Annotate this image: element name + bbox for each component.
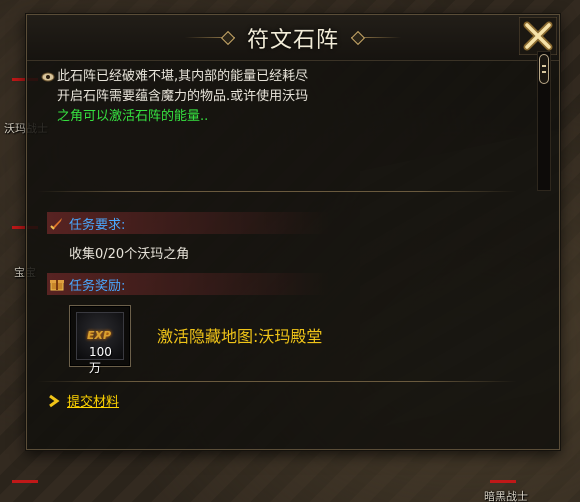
quest-dialog: 符文石阵 此石阵已经破难不堪,其内部的能量已经耗尽 开启石阵需要蕴含魔力的物品.… xyxy=(26,14,560,450)
description-line: 此石阵已经破难不堪,其内部的能量已经耗尽 xyxy=(41,67,521,87)
title-ornament-right xyxy=(351,33,401,43)
world-label[interactable]: 暗黑战士 xyxy=(484,488,528,502)
close-button[interactable] xyxy=(518,16,558,56)
description-text: 此石阵已经破难不堪,其内部的能量已经耗尽 xyxy=(57,69,309,84)
reward-description: 激活隐藏地图:沃玛殿堂 xyxy=(157,327,323,346)
chevron-right-icon xyxy=(49,394,60,407)
reward-header: 任务奖励: xyxy=(47,273,329,295)
reward-header-label: 任务奖励: xyxy=(69,278,126,294)
eye-icon xyxy=(41,72,55,82)
scrollbar-thumb[interactable] xyxy=(539,54,549,84)
divider xyxy=(37,191,517,192)
title-bar[interactable]: 符文石阵 xyxy=(27,15,559,61)
requirement-header-label: 任务要求: xyxy=(69,217,126,233)
title-ornament-left xyxy=(184,33,235,43)
quest-description: 此石阵已经破难不堪,其内部的能量已经耗尽 开启石阵需要蕴含魔力的物品.或许使用沃… xyxy=(41,67,521,191)
dialog-title: 符文石阵 xyxy=(246,27,339,53)
submit-materials-label: 提交材料 xyxy=(67,395,120,410)
description-line-highlight: 之角可以激活石阵的能量.. xyxy=(41,107,521,127)
reward-amount: 100万 xyxy=(89,345,112,375)
sword-icon xyxy=(50,218,62,230)
enemy-hp-bar xyxy=(12,480,38,483)
reward-item-slot[interactable]: EXP 100万 xyxy=(69,305,131,375)
description-scrollbar[interactable] xyxy=(537,51,551,191)
description-text: 开启石阵需要蕴含魔力的物品.或许使用沃玛 xyxy=(57,89,309,104)
description-line: 开启石阵需要蕴含魔力的物品.或许使用沃玛 xyxy=(41,87,521,107)
gift-icon xyxy=(50,280,64,291)
requirement-text: 收集0/20个沃玛之角 xyxy=(69,247,190,262)
exp-item-icon: EXP 100万 xyxy=(76,312,124,375)
enemy-hp-bar xyxy=(490,480,516,483)
description-text: 之角可以激活石阵的能量.. xyxy=(57,109,209,124)
exp-tag: EXP xyxy=(87,329,112,342)
requirement-header: 任务要求: xyxy=(47,212,329,234)
submit-materials-link[interactable]: 提交材料 xyxy=(47,391,119,410)
close-x-icon xyxy=(518,16,558,56)
divider xyxy=(37,381,517,382)
